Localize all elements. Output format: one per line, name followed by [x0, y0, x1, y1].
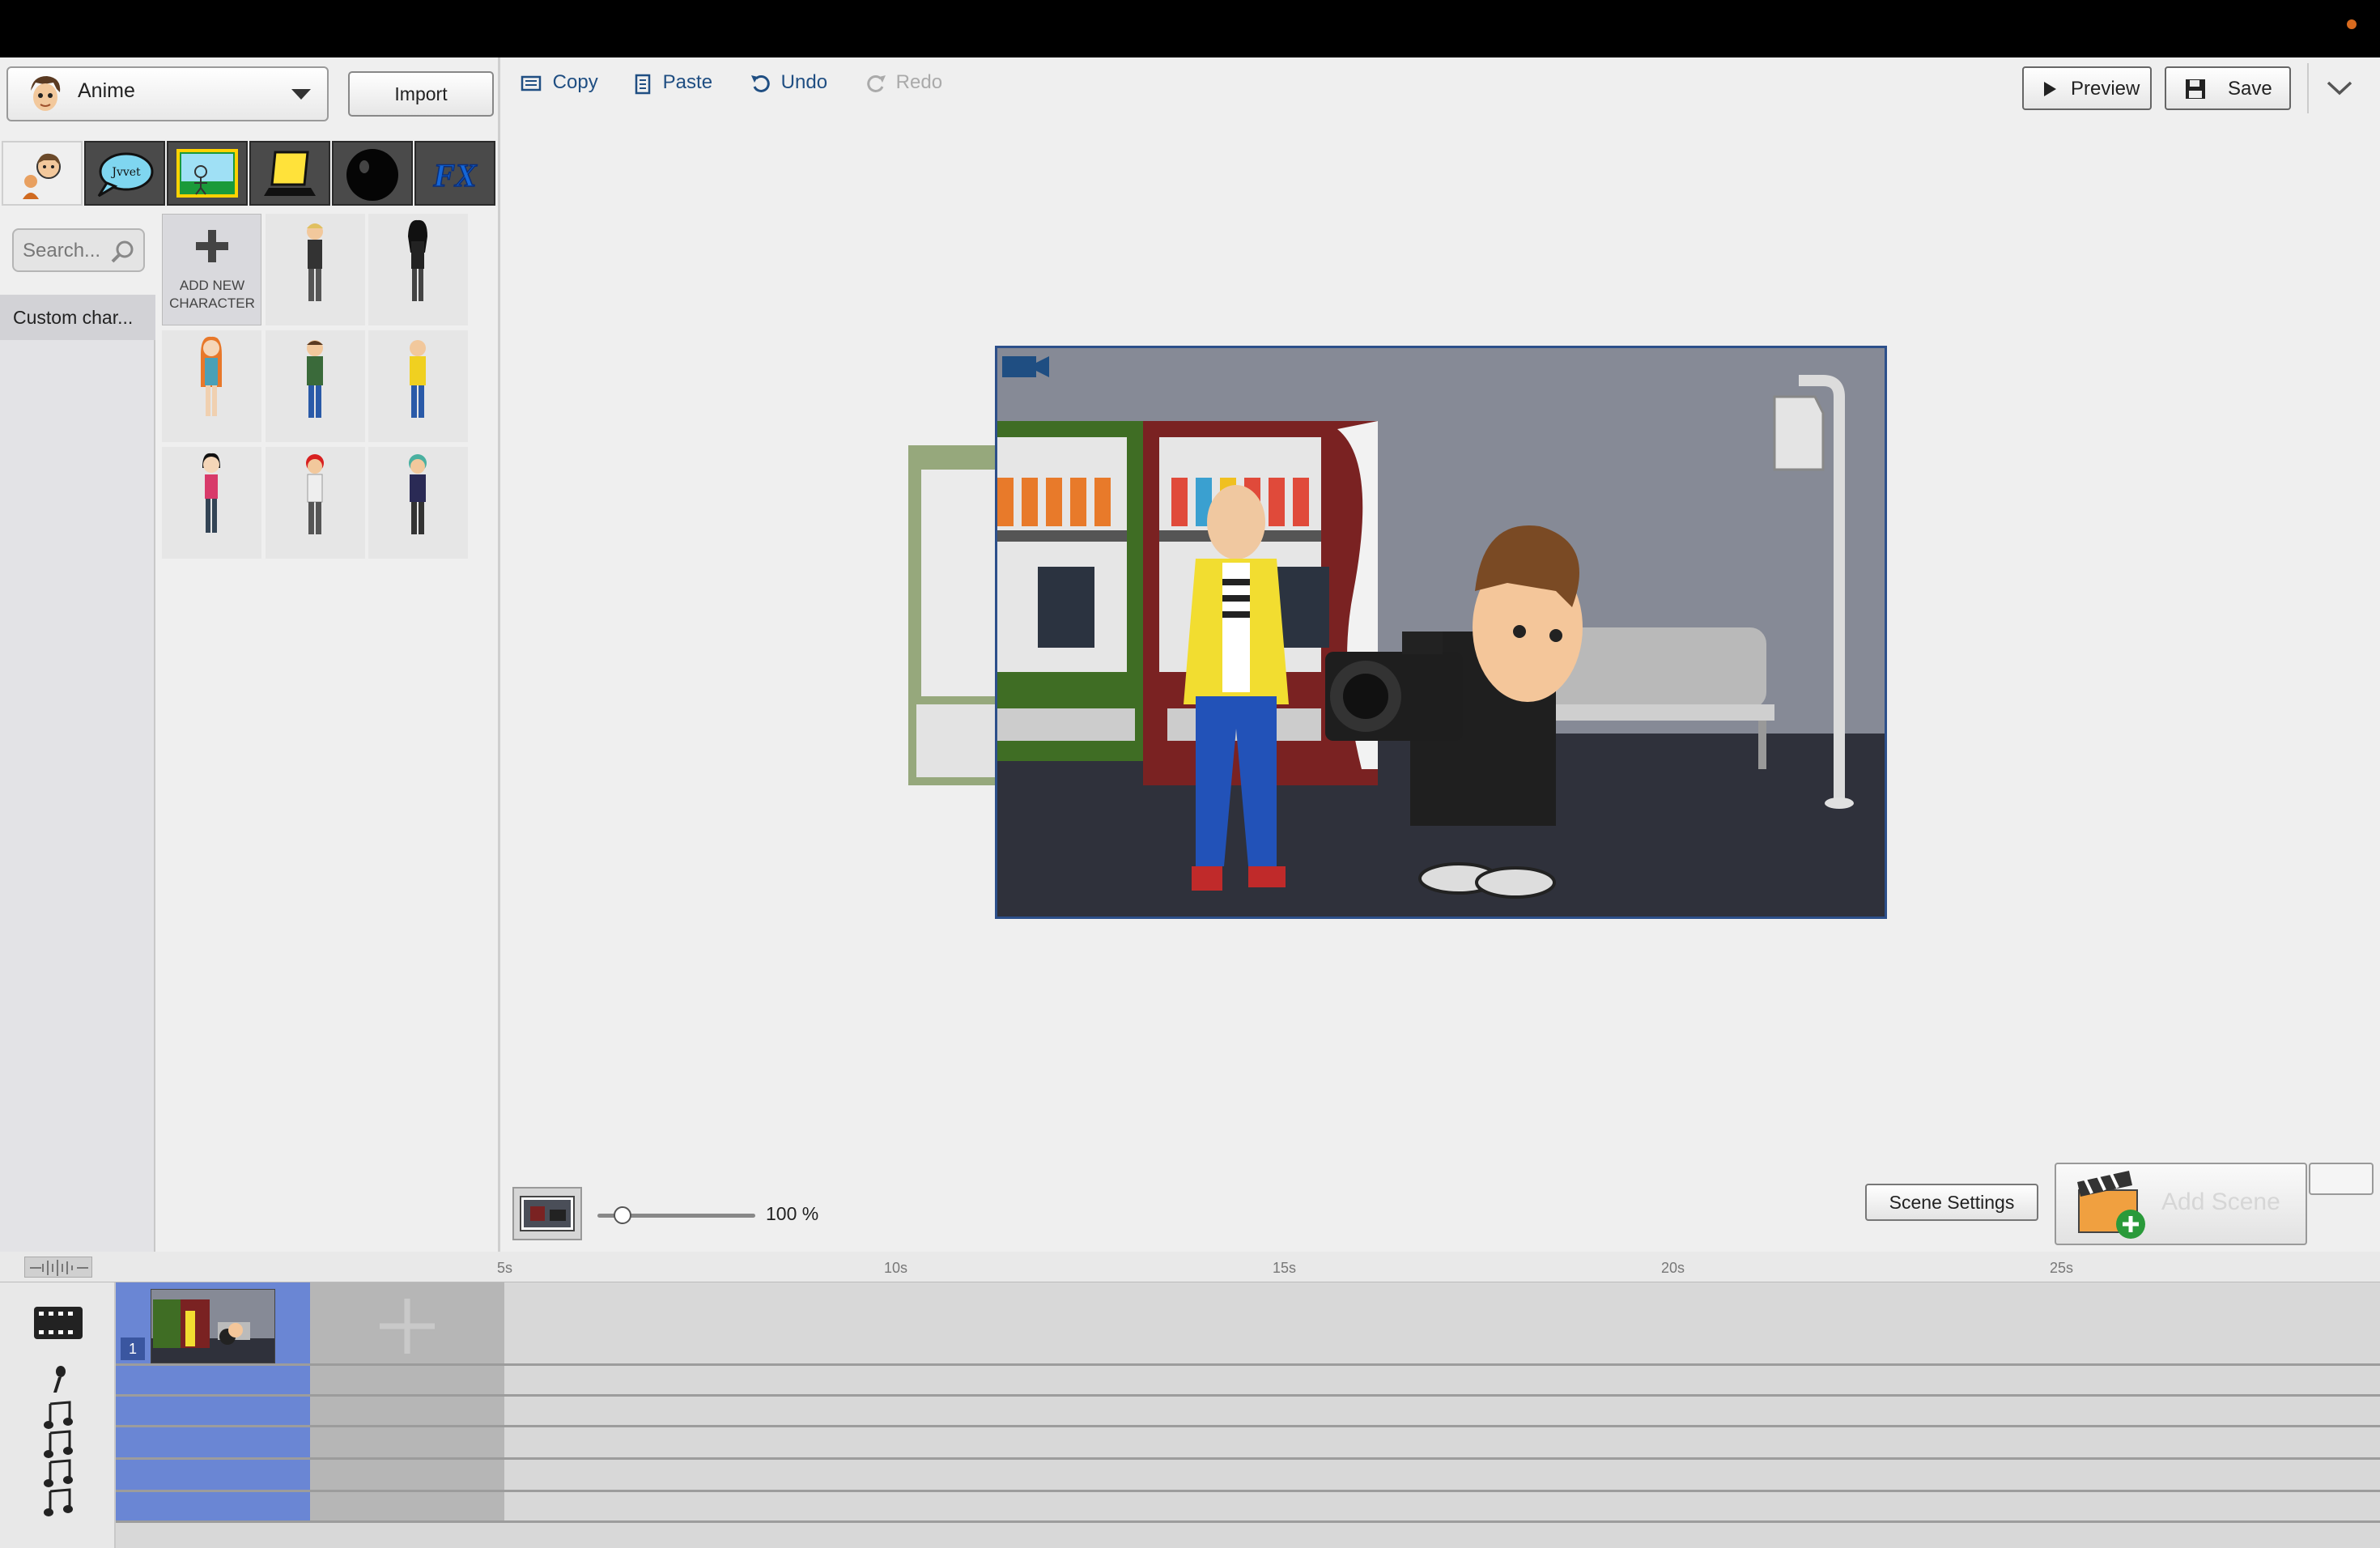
bubble-text: Jvvet [110, 166, 141, 179]
character-thumb-pink-top-girl[interactable] [162, 447, 261, 559]
undo-label: Undo [780, 71, 828, 93]
character-thumb-red-hair-guy[interactable] [266, 447, 365, 559]
paste-icon [635, 74, 651, 94]
ruler-tick-10s: 10s [884, 1260, 908, 1276]
track-divider [116, 1457, 2380, 1460]
add-scene-plus-icon [375, 1294, 440, 1359]
save-label: Save [2228, 78, 2272, 100]
scene-track-icon [32, 1305, 84, 1341]
scene-thumbnail[interactable] [151, 1289, 275, 1363]
preview-label: Preview [2071, 78, 2140, 100]
characters-icon [23, 153, 61, 199]
theme-label: Anime [78, 79, 135, 102]
search-icon[interactable] [108, 238, 136, 266]
add-new-character-label: ADD NEW CHARACTER [162, 277, 262, 313]
fx-icon: FX [432, 156, 478, 194]
import-button[interactable]: Import [348, 71, 494, 117]
tab-dialogue[interactable]: Jvvet [84, 141, 165, 206]
paste-button[interactable]: Paste [633, 71, 712, 100]
background-icon [176, 149, 238, 198]
search-placeholder: Search... [23, 240, 101, 262]
paste-label: Paste [662, 71, 713, 93]
add-scene-label: Add Scene [2161, 1189, 2280, 1215]
toolbar-divider [2307, 63, 2309, 113]
scene-number: 1 [121, 1337, 145, 1360]
character-thumb-orange-hair-girl[interactable] [162, 330, 261, 442]
redo-icon [867, 74, 886, 92]
character-thumb-blond-guy[interactable] [266, 214, 365, 325]
character-thumb-dark-hair-girl[interactable] [368, 214, 468, 325]
redo-label: Redo [895, 71, 943, 93]
timeline-ruler[interactable] [0, 1252, 2380, 1282]
tab-shapes[interactable] [332, 141, 413, 206]
character-thumb-teal-hair-guy[interactable] [368, 447, 468, 559]
redo-button[interactable]: Redo [865, 71, 942, 100]
character-thumb-yellow-jacket-guy[interactable] [368, 330, 468, 442]
track-divider [116, 1490, 2380, 1492]
track-divider [116, 1363, 2380, 1366]
play-icon [2044, 82, 2056, 96]
tab-effects[interactable]: FX [414, 141, 495, 206]
shape-icon [346, 149, 398, 201]
music-note-icon-3 [42, 1459, 74, 1488]
copy-label: Copy [552, 71, 598, 93]
app-top-bar [0, 0, 2380, 57]
camera-icon [1001, 353, 1051, 385]
ruler-tick-20s: 20s [1661, 1260, 1685, 1276]
music-note-icon-1 [42, 1401, 74, 1430]
scene-options-button[interactable] [2309, 1163, 2374, 1195]
character-thumb-green-jacket-guy[interactable] [266, 330, 365, 442]
category-list [0, 295, 155, 1252]
undo-button[interactable]: Undo [750, 71, 827, 100]
save-icon [2186, 79, 2205, 99]
fx-text: FX [432, 157, 478, 194]
speech-bubble-icon: Jvvet [97, 152, 154, 198]
track-divider [116, 1520, 2380, 1523]
scene-thumb-icon [520, 1196, 575, 1231]
status-dot [2347, 19, 2357, 29]
add-new-line2: CHARACTER [169, 296, 255, 311]
ruler-tick-25s: 25s [2050, 1260, 2074, 1276]
tab-characters[interactable] [2, 141, 83, 206]
copy-icon [521, 75, 542, 91]
ruler-tick-5s: 5s [497, 1260, 513, 1276]
zoom-slider-handle[interactable] [614, 1206, 631, 1224]
voice-track-icon [47, 1365, 71, 1396]
music-note-icon-4 [42, 1488, 74, 1517]
clapperboard-icon [2072, 1166, 2153, 1240]
expand-chevron-icon[interactable] [2325, 78, 2354, 97]
tab-backgrounds[interactable] [167, 141, 248, 206]
zoom-level: 100 % [766, 1203, 819, 1224]
undo-icon [751, 74, 770, 92]
music-note-icon-2 [42, 1430, 74, 1459]
ruler-tick-15s: 15s [1273, 1260, 1297, 1276]
scene-settings-button[interactable]: Scene Settings [1865, 1184, 2038, 1221]
tab-props[interactable] [249, 141, 330, 206]
save-button[interactable]: Save [2165, 66, 2291, 110]
plus-icon [193, 227, 232, 266]
track-divider [116, 1425, 2380, 1427]
waveform-icon[interactable] [24, 1257, 92, 1278]
stage-canvas[interactable] [995, 346, 1887, 919]
add-new-line1: ADD NEW [179, 278, 245, 293]
character-face-icon [24, 73, 66, 115]
category-item-label: Custom char... [13, 307, 134, 328]
preview-button[interactable]: Preview [2022, 66, 2152, 110]
copy-button[interactable]: Copy [520, 71, 598, 100]
scene-thumbnail-button[interactable] [512, 1187, 582, 1240]
chevron-down-icon [291, 89, 311, 100]
track-divider [116, 1394, 2380, 1397]
props-icon [264, 151, 316, 196]
